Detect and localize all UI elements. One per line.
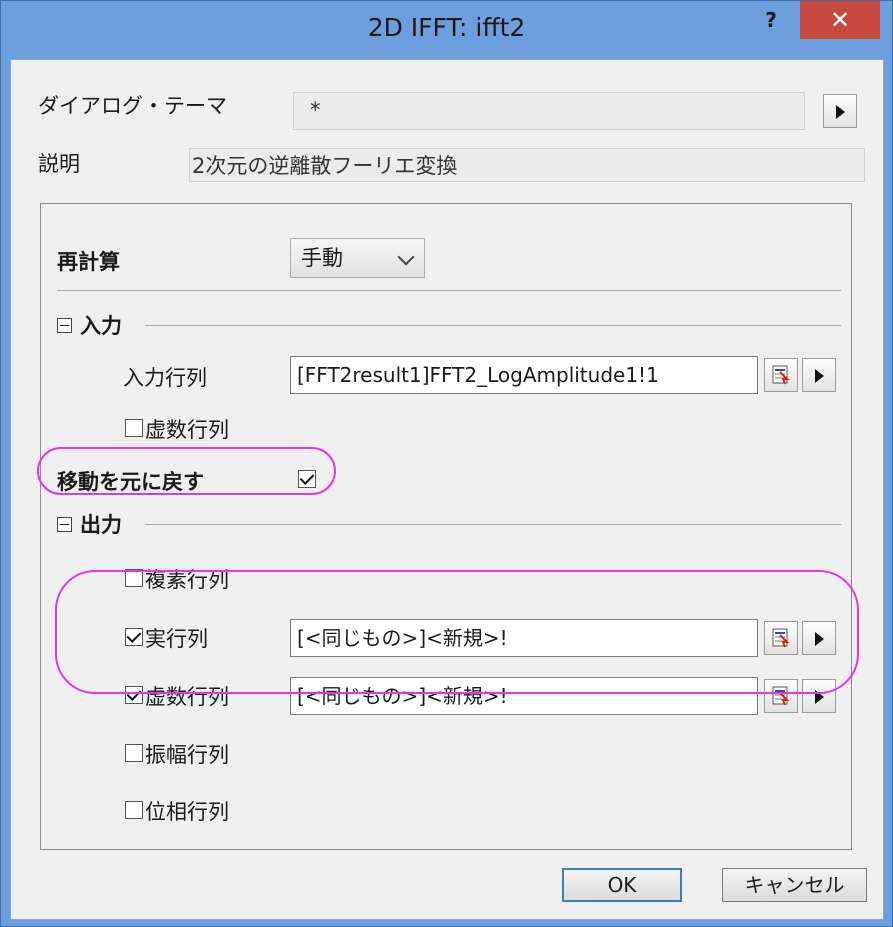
input-matrix-label: 入力行列	[123, 366, 207, 390]
output-section-line	[145, 524, 841, 525]
amplitude-checkbox[interactable]	[125, 744, 143, 762]
input-section-line	[145, 325, 841, 326]
description-text: 2次元の逆離散フーリエ変換	[189, 148, 865, 182]
dialog-body: ダイアログ・テーマ * 説明 2次元の逆離散フーリエ変換 再計算 手動 入力 入…	[10, 59, 884, 920]
input-matrix-field[interactable]: [FFT2result1]FFT2_LogAmplitude1!1	[290, 356, 758, 394]
recalculate-dropdown[interactable]: 手動	[290, 238, 425, 278]
phase-label: 位相行列	[145, 800, 229, 824]
undo-shift-highlight	[37, 447, 336, 495]
cancel-button[interactable]: キャンセル	[722, 868, 867, 902]
theme-field[interactable]: *	[293, 92, 805, 130]
output-section-title: 出力	[80, 513, 122, 537]
divider	[57, 290, 841, 291]
play-arrow-icon	[815, 369, 824, 383]
theme-menu-button[interactable]	[823, 94, 857, 128]
help-button[interactable]: ?	[751, 7, 791, 37]
ok-button[interactable]: OK	[562, 868, 682, 902]
input-collapse-toggle[interactable]	[57, 318, 72, 333]
input-section-title: 入力	[80, 314, 122, 338]
output-collapse-toggle[interactable]	[57, 517, 72, 532]
theme-label: ダイアログ・テーマ	[38, 94, 227, 118]
close-button[interactable]: ✕	[800, 1, 880, 39]
recalculate-value: 手動	[301, 246, 343, 270]
play-arrow-icon	[836, 105, 845, 119]
settings-panel: 再計算 手動 入力 入力行列 [FFT2result1]FFT2_LogAmpl…	[40, 203, 852, 850]
output-matrices-highlight	[55, 570, 859, 694]
range-picker-icon	[772, 365, 790, 385]
chevron-down-icon	[397, 248, 415, 266]
title-bar[interactable]: 2D IFFT: ifft2 ? ✕	[1, 1, 892, 59]
input-matrix-picker-button[interactable]	[764, 358, 798, 392]
recalculate-label: 再計算	[57, 250, 120, 274]
imaginary-input-label: 虚数行列	[145, 418, 229, 442]
phase-checkbox[interactable]	[125, 801, 143, 819]
imaginary-input-checkbox[interactable]	[125, 419, 143, 437]
close-icon: ✕	[829, 6, 851, 34]
description-label: 説明	[38, 152, 80, 176]
amplitude-label: 振幅行列	[145, 743, 229, 767]
input-matrix-menu-button[interactable]	[802, 358, 836, 392]
dialog-window: 2D IFFT: ifft2 ? ✕ ダイアログ・テーマ * 説明 2次元の逆離…	[0, 0, 893, 927]
